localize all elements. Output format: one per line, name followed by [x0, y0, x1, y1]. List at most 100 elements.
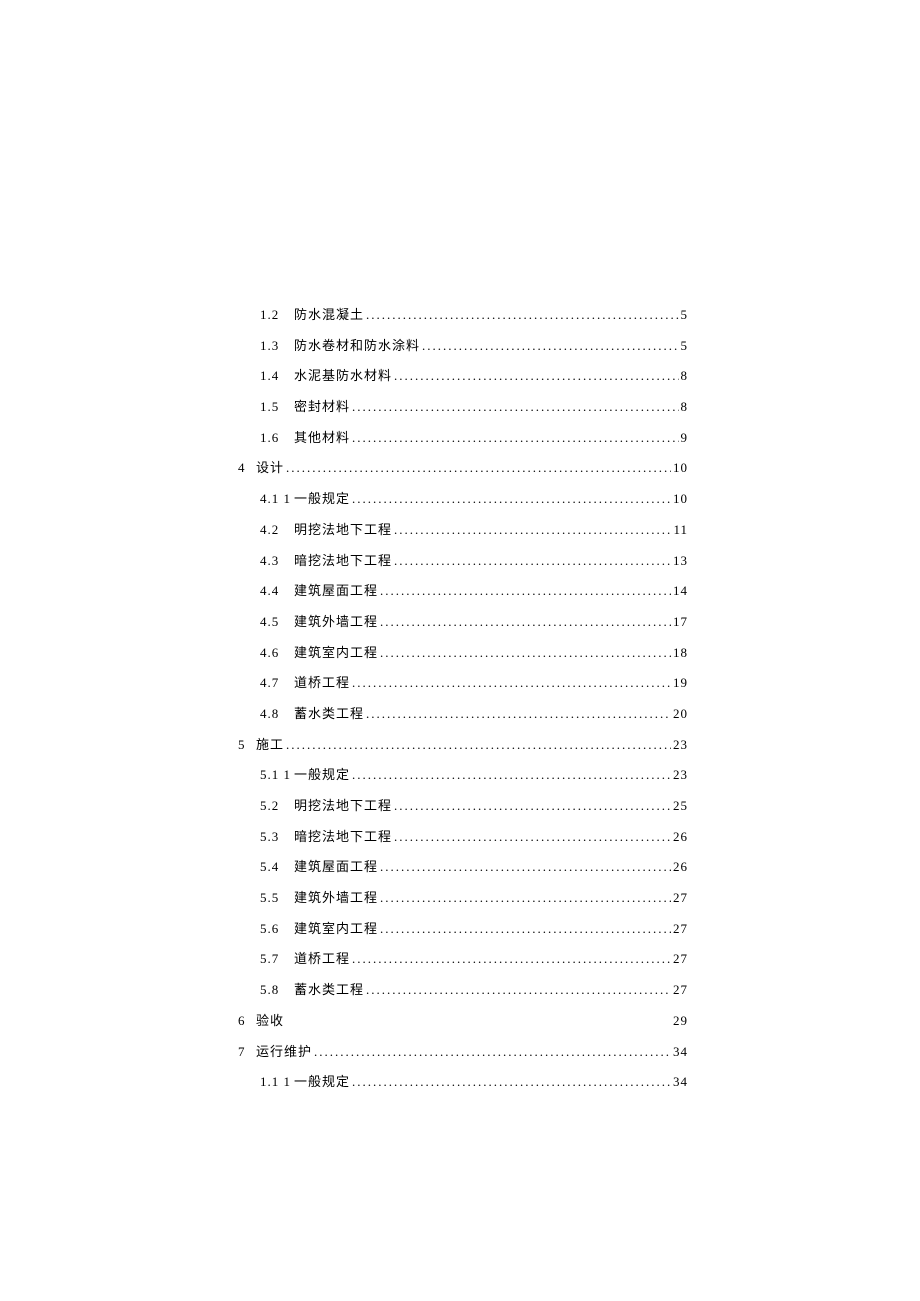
toc-entry: 4设计10: [238, 459, 688, 477]
toc-entry-page: 19: [673, 674, 688, 692]
toc-entry-title: 建筑室内工程: [294, 920, 378, 938]
toc-dot-leader: [420, 337, 680, 355]
toc-entry-title: 设计: [256, 459, 284, 477]
toc-entry-title: 其他材料: [294, 429, 350, 447]
toc-entry-number: 5.8: [260, 981, 294, 999]
toc-dot-leader: [378, 582, 673, 600]
toc-entry-page: 5: [681, 306, 689, 324]
toc-entry-page: 25: [673, 797, 688, 815]
toc-dot-leader: [392, 797, 673, 815]
toc-entry-page: 26: [673, 828, 688, 846]
toc-entry-number: 4.1 1: [260, 490, 294, 508]
toc-entry-page: 11: [673, 521, 688, 539]
toc-entry-number: 4.4: [260, 582, 294, 600]
toc-entry-number: 1.6: [260, 429, 294, 447]
toc-dot-leader: [350, 674, 673, 692]
toc-entry: 4.6建筑室内工程 18: [238, 644, 688, 662]
toc-entry-number: 5.2: [260, 797, 294, 815]
toc-dot-leader: [364, 981, 673, 999]
toc-entry-title: 水泥基防水材料: [294, 367, 392, 385]
toc-entry-number: 4.5: [260, 613, 294, 631]
table-of-contents: 1.2防水混凝土51.3防水卷材和防水涂料51.4水泥基防水材料81.5密封材料…: [238, 306, 688, 1104]
toc-entry: 5.2明挖法地下工程25: [238, 797, 688, 815]
toc-dot-leader: [350, 1073, 673, 1091]
toc-dot-leader: [378, 858, 673, 876]
toc-entry-page: 10: [673, 490, 688, 508]
toc-entry-page: 13: [673, 552, 688, 570]
toc-entry-title: 建筑室内工程: [294, 644, 378, 662]
toc-entry-number: 4.6: [260, 644, 294, 662]
toc-entry-number: 4.8: [260, 705, 294, 723]
toc-dot-leader: [350, 429, 680, 447]
toc-dot-leader: [350, 766, 673, 784]
toc-dot-leader: [364, 306, 680, 324]
toc-entry-number: 1.2: [260, 306, 294, 324]
toc-entry: 4.4建筑屋面工程14: [238, 582, 688, 600]
toc-entry-page: 27: [673, 981, 688, 999]
toc-entry: 4.2明挖法地下工程 11: [238, 521, 688, 539]
toc-entry-number: 5.7: [260, 950, 294, 968]
toc-entry-number: 5.4: [260, 858, 294, 876]
toc-dot-leader: [392, 828, 673, 846]
toc-entry: 5.8蓄水类工程 27: [238, 981, 688, 999]
toc-entry: 1.6其他材料 9: [238, 429, 688, 447]
toc-entry-title: 道桥工程: [294, 950, 350, 968]
toc-entry: 1.5密封材料 8: [238, 398, 688, 416]
toc-entry: 4.3暗挖法地下工程 13: [238, 552, 688, 570]
toc-entry-page: 5: [681, 337, 689, 355]
toc-entry-page: 26: [673, 858, 688, 876]
toc-entry: 4.5建筑外墙工程 17: [238, 613, 688, 631]
toc-entry-page: 18: [673, 644, 688, 662]
toc-entry: 5.4建筑屋面工程 26: [238, 858, 688, 876]
toc-entry: 1.1 1一般规定34: [238, 1073, 688, 1091]
toc-entry: 4.7道桥工程19: [238, 674, 688, 692]
toc-entry: 5.7道桥工程27: [238, 950, 688, 968]
toc-entry: 5.1 1一般规定23: [238, 766, 688, 784]
toc-entry-title: 建筑屋面工程: [294, 858, 378, 876]
toc-entry: 5施工 23: [238, 736, 688, 754]
toc-entry-title: 防水混凝土: [294, 306, 364, 324]
toc-dot-leader: [378, 644, 673, 662]
toc-entry-number: 4.7: [260, 674, 294, 692]
toc-entry: 6验收29: [238, 1012, 688, 1030]
toc-dot-leader: [284, 736, 673, 754]
toc-entry-page: 27: [673, 889, 688, 907]
toc-entry-title: 建筑外墙工程: [294, 613, 378, 631]
toc-entry-page: 8: [681, 367, 689, 385]
toc-dot-leader: [378, 889, 673, 907]
toc-entry-title: 验收: [256, 1012, 284, 1030]
toc-entry-number: 5: [238, 736, 256, 754]
toc-entry-title: 防水卷材和防水涂料: [294, 337, 420, 355]
toc-entry-page: 9: [681, 429, 689, 447]
toc-entry-title: 蓄水类工程: [294, 981, 364, 999]
toc-entry-page: 17: [673, 613, 688, 631]
toc-entry-page: 34: [673, 1043, 688, 1061]
toc-entry-title: 蓄水类工程: [294, 705, 364, 723]
toc-entry-number: 5.5: [260, 889, 294, 907]
toc-entry-title: 明挖法地下工程: [294, 521, 392, 539]
toc-entry-number: 4.3: [260, 552, 294, 570]
toc-entry-page: 27: [673, 920, 688, 938]
toc-entry-title: 施工: [256, 736, 284, 754]
toc-entry-number: 4: [238, 459, 256, 477]
toc-entry-title: 密封材料: [294, 398, 350, 416]
toc-dot-leader: [312, 1043, 673, 1061]
toc-dot-leader: [378, 613, 673, 631]
toc-entry-title: 一般规定: [294, 766, 350, 784]
toc-entry-page: 8: [681, 398, 689, 416]
toc-entry-page: 23: [673, 736, 688, 754]
toc-entry-number: 6: [238, 1012, 256, 1030]
toc-dot-leader: [284, 459, 673, 477]
toc-entry-number: 4.2: [260, 521, 294, 539]
toc-dot-leader: [350, 490, 673, 508]
toc-entry-title: 暗挖法地下工程: [294, 828, 392, 846]
toc-entry-title: 建筑屋面工程: [294, 582, 378, 600]
toc-entry-title: 暗挖法地下工程: [294, 552, 392, 570]
toc-entry-number: 5.3: [260, 828, 294, 846]
toc-entry-page: 20: [673, 705, 688, 723]
toc-entry-title: 运行维护: [256, 1043, 312, 1061]
toc-entry: 1.3防水卷材和防水涂料5: [238, 337, 688, 355]
toc-entry-number: 5.6: [260, 920, 294, 938]
toc-entry: 4.8蓄水类工程 20: [238, 705, 688, 723]
toc-entry-number: 1.5: [260, 398, 294, 416]
